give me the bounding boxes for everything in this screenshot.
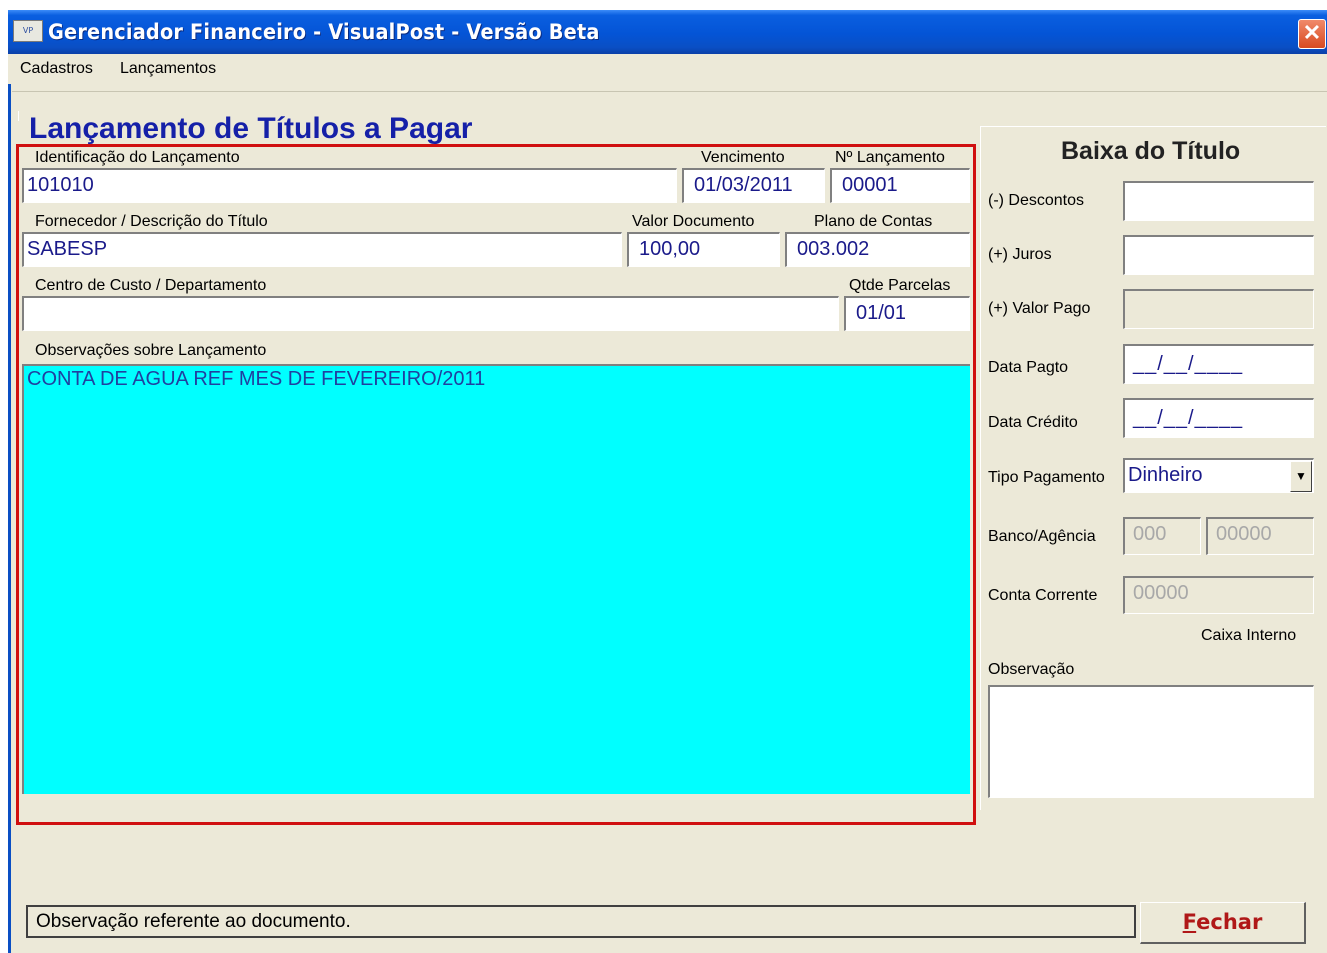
centro-field[interactable]: [22, 296, 839, 331]
window-title: Gerenciador Financeiro - VisualPost - Ve…: [48, 20, 600, 44]
valor-field[interactable]: 100,00: [627, 232, 780, 267]
close-button[interactable]: ✕: [1298, 19, 1326, 49]
parcelas-field[interactable]: 01/01: [844, 296, 970, 331]
title-bar[interactable]: VP Gerenciador Financeiro - VisualPost -…: [8, 10, 1327, 54]
window-border: [8, 54, 11, 953]
menu-cadastros[interactable]: Cadastros: [20, 60, 93, 78]
agencia-field[interactable]: 00000: [1206, 517, 1314, 555]
menu-lancamentos[interactable]: Lançamentos: [120, 60, 216, 78]
observacoes-memo[interactable]: CONTA DE AGUA REF MES DE FEVEREIRO/2011: [22, 364, 970, 794]
fechar-hotkey: F: [1182, 910, 1197, 934]
data-credito-field[interactable]: __/__/____: [1123, 398, 1314, 438]
centro-label: Centro de Custo / Departamento: [35, 277, 267, 294]
fechar-label: echar: [1196, 910, 1263, 934]
data-pagto-field[interactable]: __/__/____: [1123, 344, 1314, 384]
descontos-label: (-) Descontos: [988, 192, 1085, 209]
menu-bar: Cadastros Lançamentos: [8, 54, 1327, 84]
plano-label: Plano de Contas: [814, 213, 933, 230]
caixa-interno-label: Caixa Interno: [1201, 627, 1297, 644]
observacao-label: Observação: [988, 661, 1075, 678]
baixa-panel: Baixa do Título (-) Descontos (+) Juros …: [980, 126, 1326, 810]
app-icon: VP: [13, 20, 43, 42]
chevron-down-icon[interactable]: ▼: [1290, 461, 1312, 492]
banco-agencia-label: Banco/Agência: [988, 528, 1096, 545]
valor-label: Valor Documento: [632, 213, 755, 230]
client-area: Lançamento de Títulos a Pagar Identifica…: [12, 91, 1327, 953]
data-credito-label: Data Crédito: [988, 414, 1078, 431]
identificacao-field[interactable]: 101010: [22, 168, 677, 203]
baixa-title: Baixa do Título: [1061, 137, 1241, 165]
group-divider: [18, 111, 19, 121]
valor-pago-field[interactable]: [1123, 289, 1314, 329]
vencimento-field[interactable]: 01/03/2011: [682, 168, 825, 203]
fornecedor-label: Fornecedor / Descrição do Título: [35, 213, 268, 230]
numero-field[interactable]: 00001: [830, 168, 970, 203]
observacoes-label: Observações sobre Lançamento: [35, 342, 267, 359]
page-title: Lançamento de Títulos a Pagar: [29, 112, 473, 145]
fechar-button[interactable]: Fechar: [1140, 902, 1306, 944]
conta-corrente-field[interactable]: 00000: [1123, 576, 1314, 614]
data-pagto-label: Data Pagto: [988, 359, 1069, 376]
parcelas-label: Qtde Parcelas: [849, 277, 951, 294]
tipo-pagamento-select[interactable]: Dinheiro ▼: [1123, 458, 1314, 493]
fornecedor-field[interactable]: SABESP: [22, 232, 622, 267]
tipo-pagamento-label: Tipo Pagamento: [988, 469, 1105, 486]
valor-pago-label: (+) Valor Pago: [988, 300, 1091, 317]
numero-label: Nº Lançamento: [835, 149, 945, 166]
conta-corrente-label: Conta Corrente: [988, 587, 1098, 604]
juros-field[interactable]: [1123, 235, 1314, 275]
observacao-field[interactable]: [988, 685, 1314, 798]
descontos-field[interactable]: [1123, 181, 1314, 221]
identificacao-label: Identificação do Lançamento: [35, 149, 240, 166]
juros-label: (+) Juros: [988, 246, 1052, 263]
launch-form-panel: Identificação do Lançamento Vencimento N…: [16, 144, 976, 825]
app-window: VP Gerenciador Financeiro - VisualPost -…: [8, 10, 1327, 953]
status-bar: Observação referente ao documento.: [26, 905, 1136, 938]
tipo-pagamento-value: Dinheiro: [1128, 464, 1203, 486]
vencimento-label: Vencimento: [701, 149, 785, 166]
plano-field[interactable]: 003.002: [785, 232, 970, 267]
banco-field[interactable]: 000: [1123, 517, 1201, 555]
